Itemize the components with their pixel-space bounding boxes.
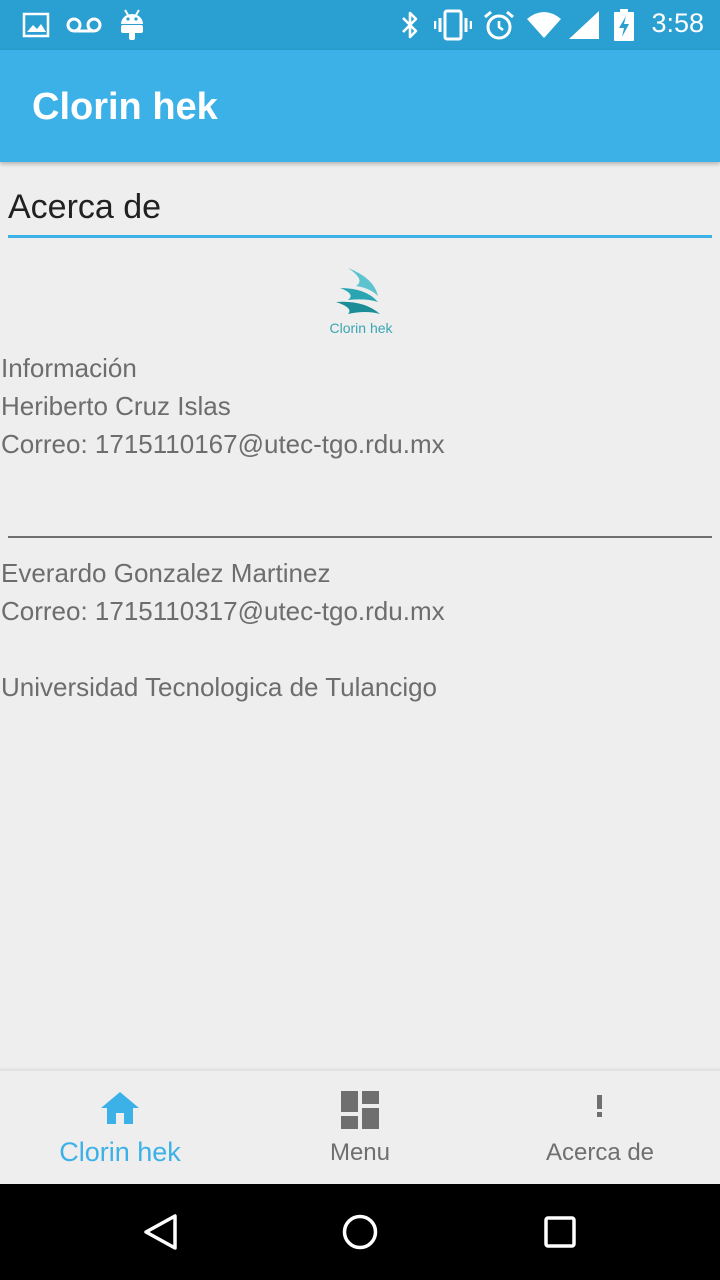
logo-text: Clorin hek [329, 320, 393, 336]
system-navigation-bar [0, 1184, 720, 1280]
person2-email: Correo: 1715110317@utec-tgo.rdu.mx [1, 596, 445, 626]
android-icon [118, 9, 146, 41]
back-icon[interactable] [140, 1212, 180, 1252]
app-logo: Clorin hek [326, 266, 396, 338]
nav-item-menu[interactable]: Menu [240, 1071, 480, 1185]
status-bar: 3:58 [0, 0, 720, 50]
image-icon [22, 9, 50, 41]
nav-label-about: Acerca de [545, 1139, 655, 1166]
app-bar: Clorin hek [0, 50, 720, 162]
signal-icon [568, 9, 600, 41]
bottom-navigation: Clorin hek Menu Acerca de [0, 1070, 720, 1185]
nav-label-menu: Menu [329, 1139, 391, 1166]
wifi-icon [526, 9, 562, 41]
voicemail-icon [66, 9, 102, 41]
nav-label-home: Clorin hek [59, 1137, 181, 1167]
vibrate-icon [434, 9, 472, 41]
app-title: Clorin hek [32, 86, 218, 128]
divider [8, 536, 712, 538]
person1-email: Correo: 1715110167@utec-tgo.rdu.mx [1, 429, 445, 459]
person1-name: Heriberto Cruz Islas [1, 391, 231, 421]
dashboard-icon [341, 1091, 379, 1129]
alarm-icon [483, 9, 515, 41]
bluetooth-icon [398, 9, 422, 41]
nav-item-home[interactable]: Clorin hek [0, 1071, 240, 1185]
info-heading: Información [1, 353, 137, 383]
home-circle-icon[interactable] [340, 1212, 380, 1252]
university-name: Universidad Tecnologica de Tulancigo [1, 672, 438, 702]
status-time: 3:58 [651, 8, 704, 38]
section-underline [8, 235, 712, 238]
exclamation-icon [595, 1091, 605, 1121]
person2-name: Everardo Gonzalez Martinez [1, 558, 331, 588]
home-icon [100, 1091, 140, 1125]
recents-icon[interactable] [540, 1212, 580, 1252]
battery-icon [612, 9, 636, 41]
nav-item-about[interactable]: Acerca de [480, 1071, 720, 1185]
section-title: Acerca de [8, 188, 162, 226]
